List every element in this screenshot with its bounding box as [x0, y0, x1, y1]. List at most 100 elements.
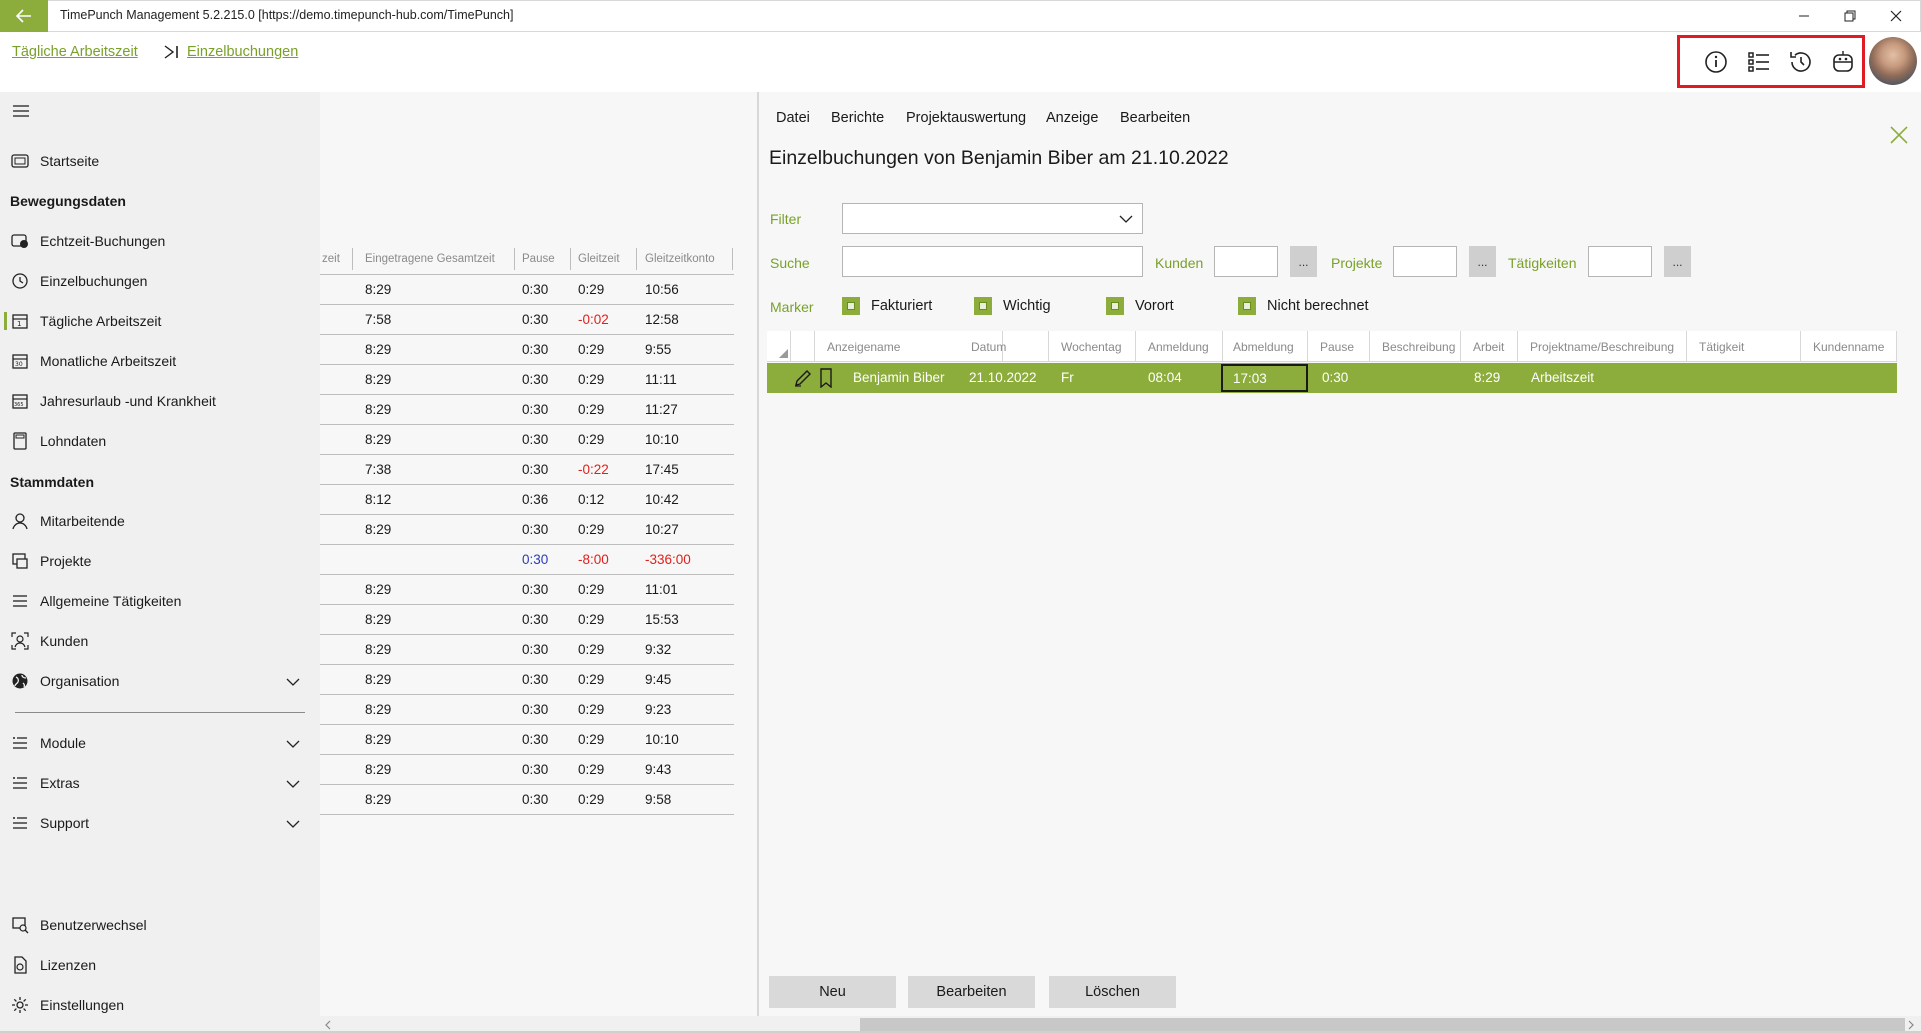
user-avatar[interactable] — [1869, 37, 1917, 85]
select-all-cell[interactable] — [767, 331, 791, 362]
close-panel-button[interactable] — [1888, 124, 1910, 146]
column-header-weekday[interactable]: Wochentag — [1049, 331, 1136, 362]
sidebar-item-general-activities[interactable]: Allgemeine Tätigkeiten — [0, 581, 320, 621]
search-input[interactable] — [842, 246, 1143, 277]
sidebar-item-annual-leave[interactable]: 365 Jahresurlaub -und Krankheit — [0, 381, 320, 421]
sidebar-item-support[interactable]: Support — [0, 803, 320, 843]
marker-invoiced[interactable]: Fakturiert — [842, 297, 932, 315]
customers-input[interactable] — [1214, 246, 1278, 277]
table-row[interactable]: 7:58 0:30 -0:02 12:58 — [320, 305, 734, 335]
column-header-pause[interactable]: Pause — [1308, 331, 1370, 362]
menu-file[interactable]: Datei — [776, 110, 810, 126]
table-row[interactable]: 8:29 0:30 0:29 9:45 — [320, 665, 734, 695]
table-row[interactable]: 8:29 0:30 0:29 9:43 — [320, 755, 734, 785]
column-header-login[interactable]: Anmeldung — [1136, 331, 1223, 362]
svg-text:365: 365 — [14, 402, 24, 408]
sidebar-item-payroll[interactable]: Lohndaten — [0, 421, 320, 461]
hamburger-menu-button[interactable] — [12, 104, 30, 121]
activities-browse-button[interactable]: ... — [1664, 246, 1691, 277]
column-header-description[interactable]: Beschreibung — [1370, 331, 1461, 362]
table-row[interactable]: 8:29 0:30 0:29 10:10 — [320, 725, 734, 755]
projects-input[interactable] — [1393, 246, 1457, 277]
sidebar-item-settings[interactable]: Einstellungen — [0, 985, 320, 1025]
pencil-icon[interactable] — [793, 369, 813, 390]
activities-input[interactable] — [1588, 246, 1652, 277]
sidebar-item-single-bookings[interactable]: Einzelbuchungen — [0, 261, 320, 301]
cell-total: 8:29 — [365, 792, 392, 807]
column-divider — [352, 248, 353, 270]
menu-reports[interactable]: Berichte — [831, 110, 884, 126]
column-header-project[interactable]: Projektname/Beschreibung — [1518, 331, 1687, 362]
menu-edit[interactable]: Bearbeiten — [1120, 110, 1190, 126]
column-header-flex[interactable]: Gleitzeit — [578, 244, 638, 274]
sidebar-item-customers[interactable]: Kunden — [0, 621, 320, 661]
filter-dropdown[interactable] — [842, 203, 1143, 234]
table-row[interactable]: 8:29 0:30 0:29 11:01 — [320, 575, 734, 605]
chevron-down-icon — [286, 815, 300, 831]
sidebar-item-monthly-worktime[interactable]: 30 Monatliche Arbeitszeit — [0, 341, 320, 381]
table-row[interactable]: 8:12 0:36 0:12 10:42 — [320, 485, 734, 515]
table-row[interactable]: 8:29 0:30 0:29 11:11 — [320, 365, 734, 395]
marker-not-charged-label: Nicht berechnet — [1267, 298, 1369, 314]
table-row[interactable]: 8:29 0:30 0:29 15:53 — [320, 605, 734, 635]
menu-project-evaluation[interactable]: Projektauswertung — [906, 110, 1026, 126]
table-row[interactable]: 0:30 -8:00 -336:00 — [320, 545, 734, 575]
column-header-pause[interactable]: Pause — [522, 244, 572, 274]
menu-view[interactable]: Anzeige — [1046, 110, 1098, 126]
info-button[interactable] — [1702, 48, 1730, 76]
back-button[interactable] — [0, 0, 48, 32]
close-window-button[interactable] — [1873, 0, 1919, 32]
sidebar-item-extras[interactable]: Extras — [0, 763, 320, 803]
sidebar-item-employees[interactable]: Mitarbeitende — [0, 501, 320, 541]
projects-browse-button[interactable]: ... — [1469, 246, 1496, 277]
sidebar-item-label: Einstellungen — [40, 997, 125, 1013]
column-header-customer[interactable]: Kundenname — [1801, 331, 1897, 362]
column-header-flex-account[interactable]: Gleitzeitkonto — [645, 244, 730, 274]
sidebar-item-organisation[interactable]: Organisation — [0, 661, 320, 701]
sidebar-item-projects[interactable]: Projekte — [0, 541, 320, 581]
column-header-time[interactable]: zeit — [322, 244, 348, 274]
horizontal-scroll-thumb[interactable] — [860, 1018, 1905, 1031]
breadcrumb-daily-worktime[interactable]: Tägliche Arbeitszeit — [12, 44, 138, 60]
minimize-button[interactable] — [1781, 0, 1827, 32]
table-row[interactable]: 8:29 0:30 0:29 9:55 — [320, 335, 734, 365]
column-header-activity[interactable]: Tätigkeit — [1687, 331, 1801, 362]
cell-logout-editing[interactable]: 17:03 — [1221, 364, 1308, 392]
breadcrumb-single-bookings[interactable]: Einzelbuchungen — [187, 44, 298, 60]
new-button[interactable]: Neu — [769, 976, 896, 1008]
marker-important[interactable]: Wichtig — [974, 297, 1051, 315]
assistant-button[interactable] — [1829, 48, 1857, 76]
history-button[interactable] — [1787, 48, 1815, 76]
table-row[interactable]: 8:29 0:30 0:29 10:27 — [320, 515, 734, 545]
table-row[interactable]: 8:29 0:30 0:29 10:10 — [320, 425, 734, 455]
column-header-logout[interactable]: Abmeldung — [1221, 331, 1308, 362]
sidebar-item-switch-user[interactable]: Benutzerwechsel — [0, 905, 320, 945]
sidebar-item-home[interactable]: Startseite — [0, 141, 320, 181]
table-row[interactable]: 8:29 0:30 0:29 11:27 — [320, 395, 734, 425]
sidebar-item-modules[interactable]: Module — [0, 723, 320, 763]
booking-row[interactable]: Benjamin Biber 21.10.2022 Fr 08:04 0:30 … — [767, 363, 1897, 393]
sidebar-item-realtime[interactable]: Echtzeit-Buchungen — [0, 221, 320, 261]
bookmark-icon[interactable] — [819, 368, 833, 391]
cell-pause: 0:30 — [522, 432, 549, 447]
column-header-total[interactable]: Eingetragene Gesamtzeit — [365, 244, 515, 274]
cell-flex-account: -336:00 — [645, 552, 691, 567]
table-row[interactable]: 8:29 0:30 0:29 10:56 — [320, 275, 734, 305]
sidebar-item-label: Lohndaten — [40, 433, 107, 449]
edit-button[interactable]: Bearbeiten — [908, 976, 1035, 1008]
column-header-work[interactable]: Arbeit — [1461, 331, 1518, 362]
marker-onsite[interactable]: Vorort — [1106, 297, 1174, 315]
restore-button[interactable] — [1827, 0, 1873, 32]
delete-button[interactable]: Löschen — [1049, 976, 1176, 1008]
sidebar-item-daily-worktime[interactable]: 1 Tägliche Arbeitszeit — [0, 301, 320, 341]
table-row[interactable]: 8:29 0:30 0:29 9:58 — [320, 785, 734, 815]
marker-not-charged[interactable]: Nicht berechnet — [1238, 297, 1369, 315]
column-header-date[interactable]: Datum — [959, 331, 1049, 362]
table-row[interactable]: 8:29 0:30 0:29 9:32 — [320, 635, 734, 665]
sidebar-item-licenses[interactable]: Lizenzen — [0, 945, 320, 985]
table-row[interactable]: 7:38 0:30 -0:22 17:45 — [320, 455, 734, 485]
table-row[interactable]: 8:29 0:30 0:29 9:23 — [320, 695, 734, 725]
customers-browse-button[interactable]: ... — [1290, 246, 1317, 277]
calendar-year-icon: 365 — [10, 391, 30, 411]
checklist-button[interactable] — [1745, 48, 1773, 76]
